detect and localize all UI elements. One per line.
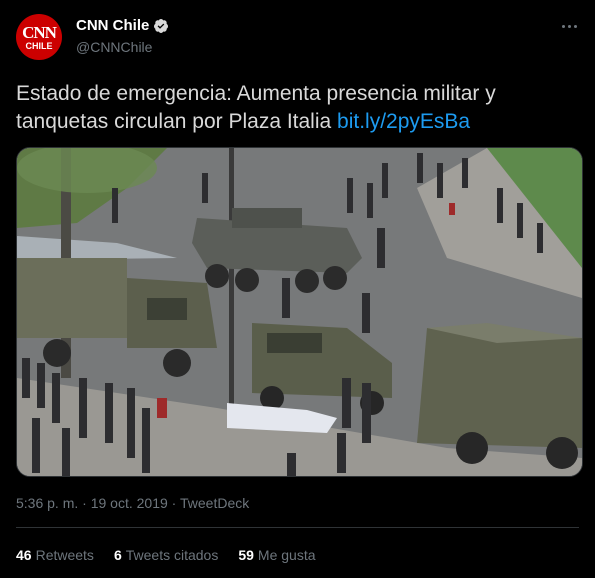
tweet-source[interactable]: TweetDeck: [180, 495, 249, 511]
quote-tweets-stat[interactable]: 6 Tweets citados: [114, 547, 218, 563]
tweet-card: CNN CHILE CNN Chile @CNNChile Estado de …: [0, 0, 595, 578]
avatar-logo-text: CNN: [22, 22, 57, 42]
photo-illustration: [17, 148, 582, 476]
tweet-date[interactable]: 19 oct. 2019: [91, 495, 168, 511]
meta-separator: ·: [78, 495, 91, 511]
meta-separator: ·: [167, 495, 180, 511]
quote-tweets-count: 6: [113, 547, 122, 563]
tweet-stats: 46 Retweets 6 Tweets citados 59 Me gusta: [16, 547, 336, 563]
avatar-logo-subtext: CHILE: [25, 40, 53, 51]
divider: [16, 527, 579, 528]
tweet-link[interactable]: bit.ly/2pyEsBa: [337, 110, 470, 133]
retweets-count: 46: [16, 547, 32, 563]
avatar[interactable]: CNN CHILE: [16, 14, 62, 60]
quote-tweets-label: Tweets citados: [125, 547, 219, 563]
more-dot-icon: [561, 24, 565, 28]
account-handle[interactable]: @CNNChile: [76, 39, 152, 55]
likes-count: 59: [238, 547, 254, 563]
tweet-meta: 5:36 p. m. · 19 oct. 2019 · TweetDeck: [16, 495, 249, 511]
retweets-stat[interactable]: 46 Retweets: [16, 547, 94, 563]
retweets-label: Retweets: [35, 547, 94, 563]
tweet-time[interactable]: 5:36 p. m.: [16, 495, 78, 511]
display-name[interactable]: CNN Chile: [76, 17, 149, 34]
likes-label: Me gusta: [257, 547, 316, 563]
more-dot-icon: [573, 24, 577, 28]
verified-badge-icon: [154, 18, 169, 33]
tweet-photo[interactable]: [16, 147, 583, 477]
name-row: CNN Chile: [76, 17, 169, 34]
tweet-text: Estado de emergencia: Aumenta presencia …: [16, 80, 581, 136]
more-dot-icon: [567, 24, 571, 28]
likes-stat[interactable]: 59 Me gusta: [238, 547, 315, 563]
more-options-button[interactable]: [559, 16, 579, 36]
